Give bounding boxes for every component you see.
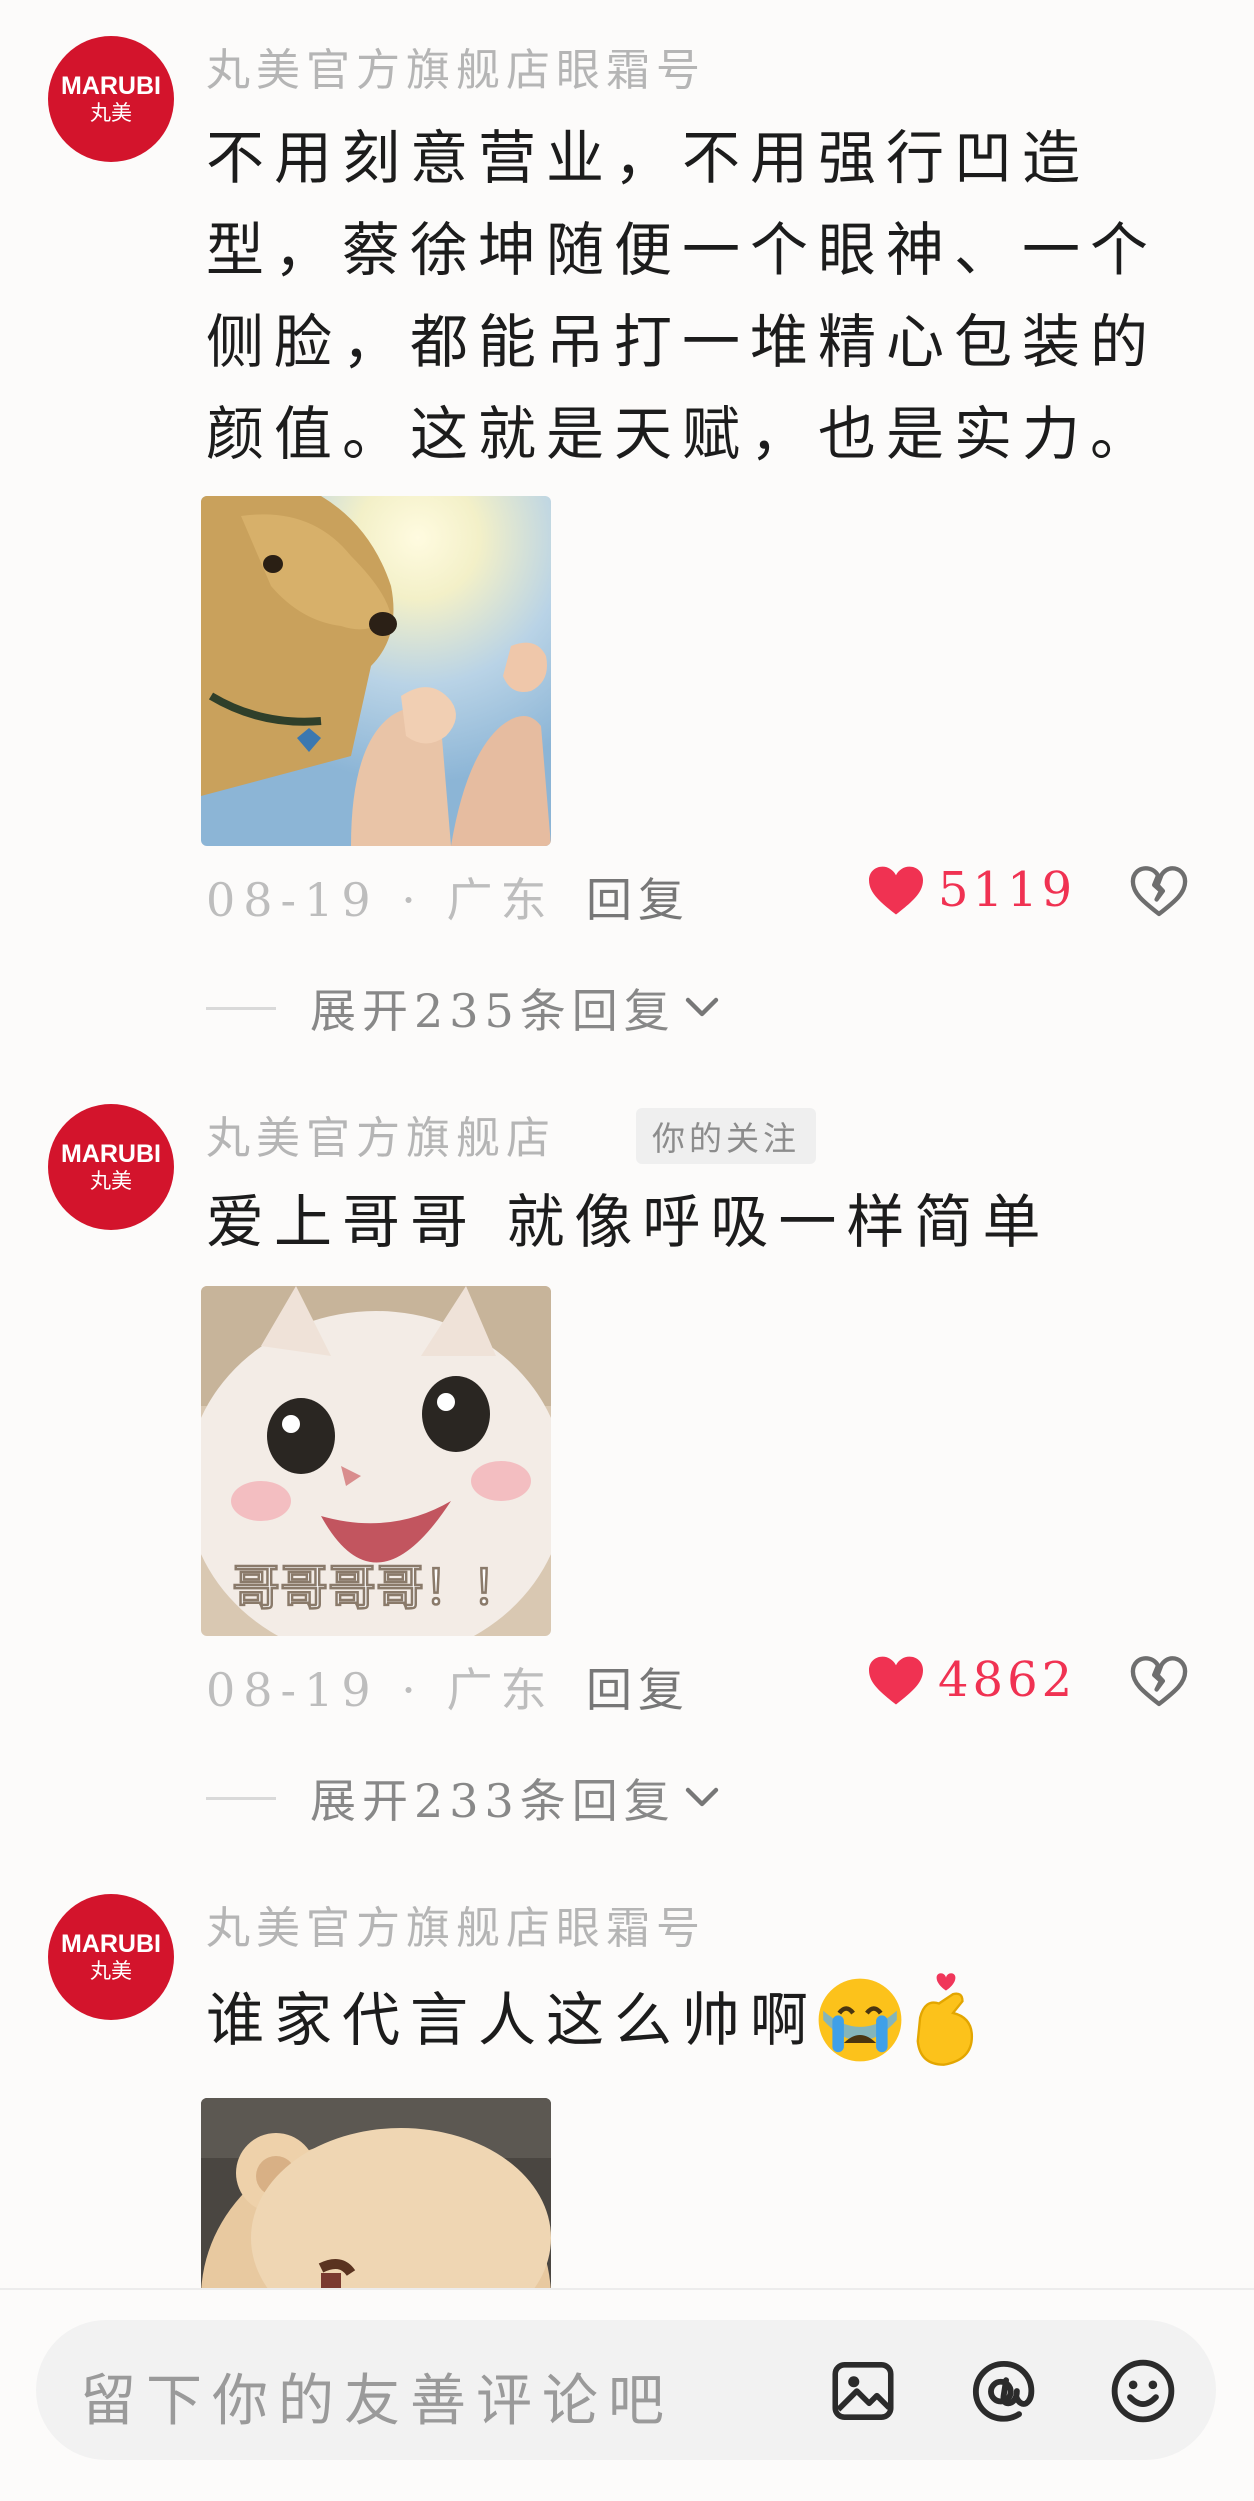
chevron-down-icon xyxy=(685,997,719,1017)
avatar-brand-cn: 丸美 xyxy=(90,1959,132,1983)
image-icon[interactable] xyxy=(826,2354,900,2428)
crying-face-emoji xyxy=(818,1978,902,2062)
avatar[interactable]: MARUBI 丸美 xyxy=(48,1894,174,2020)
heart-icon xyxy=(869,866,923,915)
comment-meta: 08-19 · 广东 回复 4862 xyxy=(206,1646,1206,1717)
comment-author[interactable]: 丸美官方旗舰店 xyxy=(206,1102,556,1166)
divider xyxy=(206,1796,276,1800)
avatar-brand-cn: 丸美 xyxy=(90,1169,132,1193)
avatar[interactable]: MARUBI 丸美 xyxy=(48,1104,174,1230)
expand-replies-label: 展开233条回复 xyxy=(310,1774,676,1828)
comment-meta: 08-19 · 广东 回复 5119 xyxy=(206,856,1206,927)
reply-button[interactable]: 回复 xyxy=(586,1654,690,1720)
avatar-brand: MARUBI xyxy=(61,1930,161,1958)
bear-sticker[interactable] xyxy=(201,2098,551,2288)
like-count: 4862 xyxy=(938,1652,1077,1708)
comment-date-location: 08-19 · 广东 xyxy=(206,873,555,927)
dog-flexing-sticker[interactable] xyxy=(201,496,551,846)
like-count: 5119 xyxy=(938,862,1077,918)
comment-text: 谁家代言人这么帅啊 xyxy=(206,1986,819,2054)
follow-badge: 你的关注 xyxy=(636,1108,816,1164)
like-button[interactable]: 5119 xyxy=(866,862,1076,918)
avatar-brand: MARUBI xyxy=(61,72,161,100)
avatar[interactable]: MARUBI 丸美 xyxy=(48,36,174,162)
comment-author[interactable]: 丸美官方旗舰店眼霜号 xyxy=(206,34,706,98)
comment-date-location: 08-19 · 广东 xyxy=(206,1663,555,1717)
broken-heart-icon[interactable] xyxy=(1130,864,1188,918)
comment-input[interactable]: 留下你的友善评论吧 xyxy=(36,2320,1216,2460)
heart-icon xyxy=(869,1656,923,1705)
smiley-icon[interactable] xyxy=(1106,2354,1180,2428)
kitten-sticker[interactable]: 哥哥哥哥！！ xyxy=(201,1286,551,1636)
comment-input-placeholder: 留下你的友善评论吧 xyxy=(80,2369,674,2434)
avatar-brand-cn: 丸美 xyxy=(90,101,132,125)
comment-text: 不用刻意营业，不用强行凹造型，蔡徐坤随便一个眼神、一个侧脸，都能吊打一堆精心包装… xyxy=(206,124,1159,468)
divider xyxy=(206,1006,276,1010)
expand-replies-button[interactable]: 展开233条回复 xyxy=(206,1768,722,1828)
reply-button[interactable]: 回复 xyxy=(586,864,690,930)
comment-text-row: 谁家代言人这么帅啊 xyxy=(206,1970,986,2070)
chevron-down-icon xyxy=(685,1787,719,1807)
finger-heart-emoji xyxy=(916,1973,974,2066)
expand-replies-button[interactable]: 展开235条回复 xyxy=(206,978,722,1038)
comment-text: 爱上哥哥 就像呼吸一样简单 xyxy=(206,1188,1051,1256)
avatar-brand: MARUBI xyxy=(61,1140,161,1168)
expand-replies-label: 展开235条回复 xyxy=(310,984,676,1038)
comment-input-bar: 留下你的友善评论吧 xyxy=(0,2288,1254,2501)
sticker-caption: 哥哥哥哥！！ xyxy=(232,1560,520,1616)
at-icon[interactable] xyxy=(966,2354,1040,2428)
broken-heart-icon[interactable] xyxy=(1130,1654,1188,1708)
like-button[interactable]: 4862 xyxy=(866,1652,1076,1708)
comment-author[interactable]: 丸美官方旗舰店眼霜号 xyxy=(206,1892,706,1956)
